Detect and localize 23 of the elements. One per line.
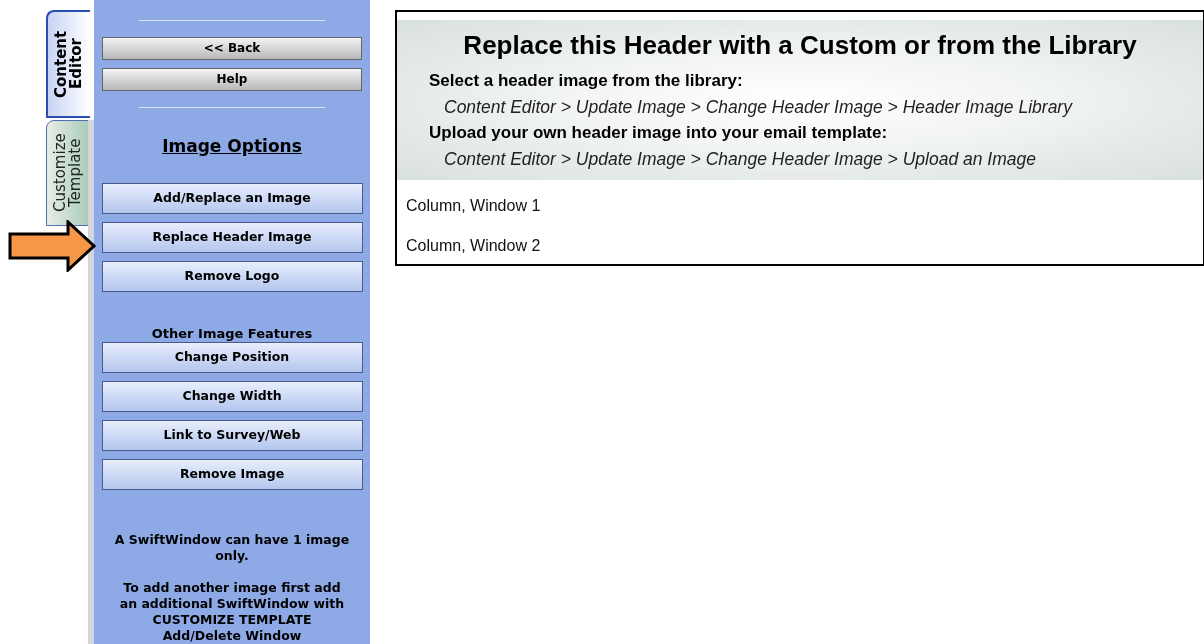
section-title: Image Options	[162, 134, 302, 158]
column-label: Column, Window 2	[406, 236, 542, 256]
sidebar-button[interactable]: Replace Header Image	[101, 222, 363, 253]
menu-path: Content Editor > Update Image > Change Header Image > Upload an Image	[443, 148, 1037, 171]
sidebar-button[interactable]: Add/Replace an Image	[101, 183, 363, 214]
info-note: A SwiftWindow can have 1 image only.	[113, 532, 351, 564]
sidebar-button[interactable]: Change Width	[101, 381, 363, 412]
sidebar-tab[interactable]: Content Editor	[46, 10, 90, 118]
sidebar-button[interactable]: Remove Image	[101, 459, 363, 490]
instruction-heading: Upload your own header image into your email template:	[429, 122, 889, 144]
sidebar-tab[interactable]: Customize Template	[46, 120, 90, 226]
sidebar-button[interactable]: << Back	[102, 36, 362, 60]
sidebar-button[interactable]: Remove Logo	[101, 261, 363, 292]
section-subtitle: Other Image Features	[151, 326, 313, 342]
column-label: Column, Window 1	[406, 196, 542, 216]
info-note: To add another image first add an additional SwiftWindow with CUSTOMIZE TEMPLATE Add/Delete Window	[118, 580, 346, 644]
arrow-icon	[8, 220, 96, 272]
menu-path: Content Editor > Update Image > Change Header Image > Header Image Library	[443, 96, 1074, 119]
instruction-heading: Select a header image from the library:	[429, 70, 744, 92]
header-title: Replace this Header with a Custom or from the Library	[462, 29, 1138, 62]
sidebar-button[interactable]: Help	[102, 67, 362, 91]
sidebar-button[interactable]: Change Position	[101, 342, 363, 373]
sidebar-button[interactable]: Link to Survey/Web	[101, 420, 363, 451]
